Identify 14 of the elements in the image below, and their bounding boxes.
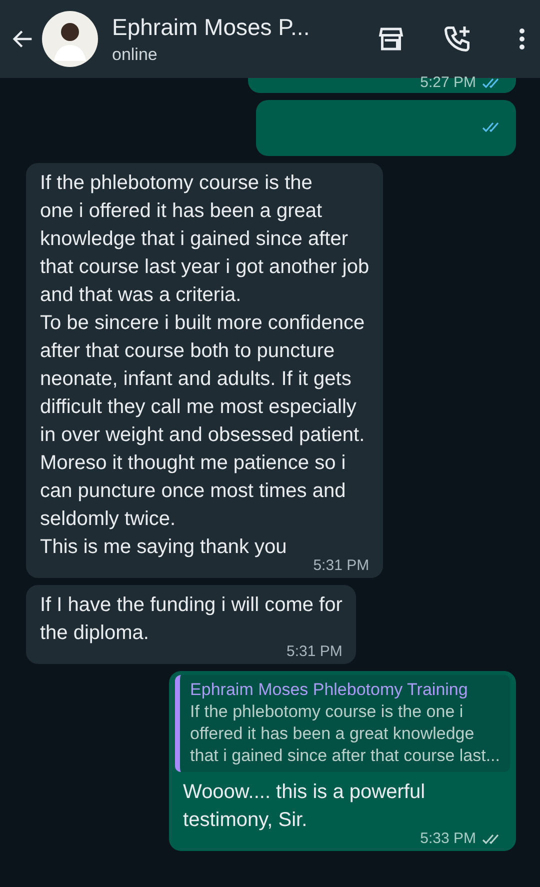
message-text: If the phlebotomy course is the one i offered it has been a great knowledge that i gained since after that course last year i got another job and that was a criteria. To be sincere i built more confidence after that course both to puncture neonate, infant and adults. If it gets difficult they call me most especially in over weight and obsessed patient. Moreso it thought me patience so i can puncture once most times and seldomly twice. This is me saying thank you — [40, 171, 370, 560]
quote-text: If the phlebotomy course is the one i offered it has been a great knowledge that i gained since after that course last... — [190, 701, 500, 767]
message-time: 5:27 PM — [420, 74, 476, 91]
menu-icon[interactable] — [518, 26, 526, 52]
add-call-icon[interactable] — [442, 24, 472, 54]
quote-author: Ephraim Moses Phlebotomy Training — [190, 680, 469, 700]
message-time: 5:31 PM — [313, 557, 370, 574]
message-time: 5:31 PM — [286, 643, 342, 660]
message-time: 5:33 PM — [420, 830, 476, 847]
avatar[interactable] — [42, 11, 98, 67]
contact-status: online — [112, 44, 158, 64]
message-text: If I have the funding i will come for the diploma. — [40, 593, 342, 646]
message-text: Wooow.... this is a powerful testimony, Sir. — [183, 780, 426, 832]
contact-name[interactable]: Ephraim Moses P... — [112, 14, 340, 40]
